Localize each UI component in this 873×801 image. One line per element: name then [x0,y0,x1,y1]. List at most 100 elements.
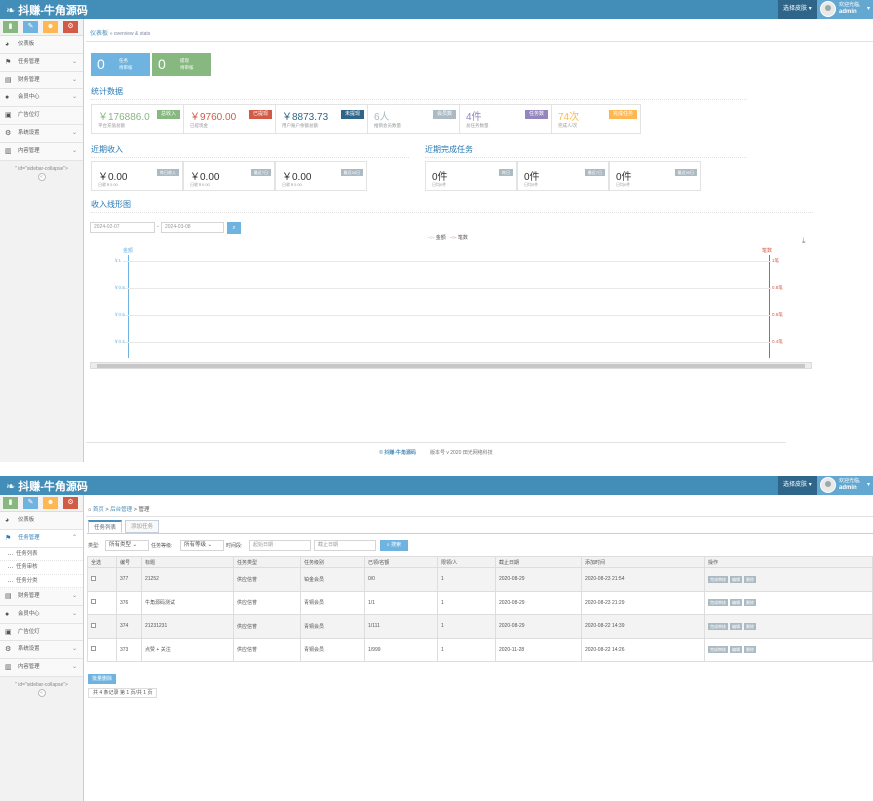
signal-shortcut-icon[interactable]: ▮ [3,497,18,509]
left-tick-label: ￥1 [114,258,122,263]
sidebar-item-members[interactable]: ● 会员中心 ⌄ [0,605,83,624]
stat-card[interactable]: 4件 总任务数量 任务数 [459,104,551,134]
stat-card[interactable]: ￥176886.0 平台充值总额 总收入 [91,104,183,134]
delete-button[interactable]: 删除 [744,646,756,654]
row-checkbox[interactable] [91,646,96,652]
sidebar-item-content[interactable]: ▥ 内容管理 ⌄ [0,659,83,678]
breadcrumb-mid[interactable]: 后台管理 [110,507,132,513]
row-checkbox-cell[interactable] [87,567,117,592]
username: admin [839,9,857,15]
review-button[interactable]: 完成审核 [708,599,728,607]
row-checkbox-cell[interactable] [87,590,117,615]
search-button[interactable]: ⌕ 搜索 [380,540,408,551]
sidebar-item-tasks[interactable]: ⚑ 任务管理 ⌄ [0,53,83,72]
user-menu[interactable]: 欢迎光临, admin ▾ [817,0,873,19]
edit-button[interactable]: 编辑 [730,646,742,654]
chevron-down-icon: ⌄ [71,58,77,65]
edit-button[interactable]: 编辑 [730,599,742,607]
task-stat-card[interactable]: 0件 日均0件 最近7日 [517,161,609,191]
cogs-shortcut-icon[interactable]: ⚙ [63,21,78,33]
sidebar-item-finance[interactable]: ▤ 财务管理 ⌄ [0,588,83,606]
pencil-shortcut-icon[interactable]: ✎ [23,497,38,509]
date-to-input[interactable]: 2024-03-08 [161,222,224,233]
sidebar-item-content[interactable]: ▥ 内容管理 ⌄ [0,142,83,161]
double-angle-left-icon[interactable]: « [37,689,46,698]
income-card[interactable]: ￥0.00 日收￥0.00 最近30日 [275,161,367,191]
col-task-type: 任务类型 [233,556,301,568]
row-checkbox[interactable] [91,622,96,628]
row-checkbox-cell[interactable] [87,614,117,639]
type-select[interactable]: 所有类型 ⌄ [105,540,149,551]
cell-col7: 2020-08-29 [495,614,582,639]
col-select-all[interactable]: 全选 [87,556,117,568]
delete-button[interactable]: 删除 [744,599,756,607]
sidebar-item-finance[interactable]: ▤ 财务管理 ⌄ [0,71,83,90]
pending-task-box[interactable]: 0 任务 待审核 [91,53,150,76]
pencil-shortcut-icon[interactable]: ✎ [23,21,38,33]
breadcrumb-current: 管理 [138,507,150,513]
skin-switch-button[interactable]: 选择皮肤 ▾ [778,476,817,495]
users-shortcut-icon[interactable]: ☻ [43,497,58,509]
delete-button[interactable]: 删除 [744,622,756,630]
scrollbar-thumb[interactable] [97,364,805,368]
stat-value: ￥9760.00 [190,112,237,123]
bulk-delete-button[interactable]: 批量删除 [88,674,117,684]
sidebar-subitem-task-category[interactable]: 任务分类 [0,574,83,589]
review-button[interactable]: 完成审核 [708,622,728,630]
sidebar-subitem-task-list[interactable]: 任务列表 [0,547,83,562]
users-shortcut-icon[interactable]: ☻ [43,21,58,33]
stat-card[interactable]: 6人 推销会员数量 会员数 [367,104,459,134]
sidebar-item-dashboard[interactable]: ◕ 仪表板 [0,36,83,54]
signal-shortcut-icon[interactable]: ▮ [3,21,18,33]
sidebar-shortcuts: ▮ ✎ ☻ ⚙ [0,19,83,36]
sidebar-item-settings[interactable]: ⚙ 系统设置 ⌄ [0,641,83,660]
sidebar-subitem-task-review[interactable]: 任务审核 [0,561,83,575]
brand-logo[interactable]: ❧ 抖赚-牛角源码 [6,478,88,494]
horizontal-scrollbar[interactable] [90,362,812,369]
income-card[interactable]: ￥0.00 日收￥0.00 昨日收入 [91,161,183,191]
end-date-input[interactable]: 截止日期 [314,540,376,551]
legend-series-1[interactable]: 笔数 [458,235,468,241]
breadcrumb-home[interactable]: 首页 [93,507,104,513]
legend-series-0[interactable]: 金额 [436,235,446,241]
welcome-text: 欢迎光临, [839,478,861,484]
income-card[interactable]: ￥0.00 日收￥0.00 最近7日 [183,161,275,191]
tab-add-task[interactable]: 添加任务 [125,520,160,533]
edit-button[interactable]: 编辑 [730,622,742,630]
cell-col4: 青铜会员 [300,614,365,639]
user-menu[interactable]: 欢迎光临, admin ▾ [817,476,873,495]
double-angle-left-icon[interactable]: « [37,172,46,181]
sidebar-item-dashboard[interactable]: ◕ 仪表板 [0,512,83,530]
row-checkbox[interactable] [91,575,96,581]
sidebar: ▮ ✎ ☻ ⚙ ◕ 仪表板 ⚑ 任务管理 ⌄ ▤ 财务管理 ⌄ ● 会员中心 ⌄ ▣ 广告位灯 … [0,19,84,462]
review-button[interactable]: 完成审核 [708,575,728,583]
row-checkbox-cell[interactable] [87,637,117,662]
sidebar-item-ads[interactable]: ▣ 广告位灯 [0,107,83,125]
download-icon[interactable]: ⤓ [802,236,806,246]
skin-switch-button[interactable]: 选择皮肤 ▾ [778,0,817,19]
col-limit: 限领/人 [437,556,496,568]
review-button[interactable]: 完成审核 [708,646,728,654]
stat-card[interactable]: ￥9760.00 已提现金 已提现 [183,104,275,134]
stat-card[interactable]: 74次 完成人/次 完成任务 [551,104,641,134]
stat-card[interactable]: ￥8873.73 用户账户余额总额 未提现 [275,104,367,134]
task-stat-card[interactable]: 0件 日均0件 昨日 [425,161,517,191]
row-checkbox[interactable] [91,599,96,605]
brand-logo[interactable]: ❧ 抖赚-牛角源码 [6,2,88,18]
breadcrumb-sub: » overview & stats [109,31,151,37]
start-date-input[interactable]: 起始日期 [249,540,311,551]
sidebar-item-settings[interactable]: ⚙ 系统设置 ⌄ [0,124,83,143]
sidebar-item-tasks[interactable]: ⚑ 任务管理 ⌃ [0,529,83,548]
sidebar-item-members[interactable]: ● 会员中心 ⌄ [0,89,83,108]
tab-task-list[interactable]: 任务列表 [88,520,123,533]
delete-button[interactable]: 删除 [744,575,756,583]
search-button[interactable]: ⌕ [227,222,241,234]
cogs-shortcut-icon[interactable]: ⚙ [63,497,78,509]
task-stat-card[interactable]: 0件 日均0件 最近30日 [609,161,701,191]
pending-withdraw-box[interactable]: 0 提现 待审核 [152,53,211,76]
edit-button[interactable]: 编辑 [730,575,742,583]
sidebar-item-ads[interactable]: ▣ 广告位灯 [0,623,83,642]
level-select[interactable]: 所有等级 ⌄ [180,540,224,551]
breadcrumb-current[interactable]: 仪表板 [90,31,108,37]
date-from-input[interactable]: 2024-02-07 [90,222,155,233]
